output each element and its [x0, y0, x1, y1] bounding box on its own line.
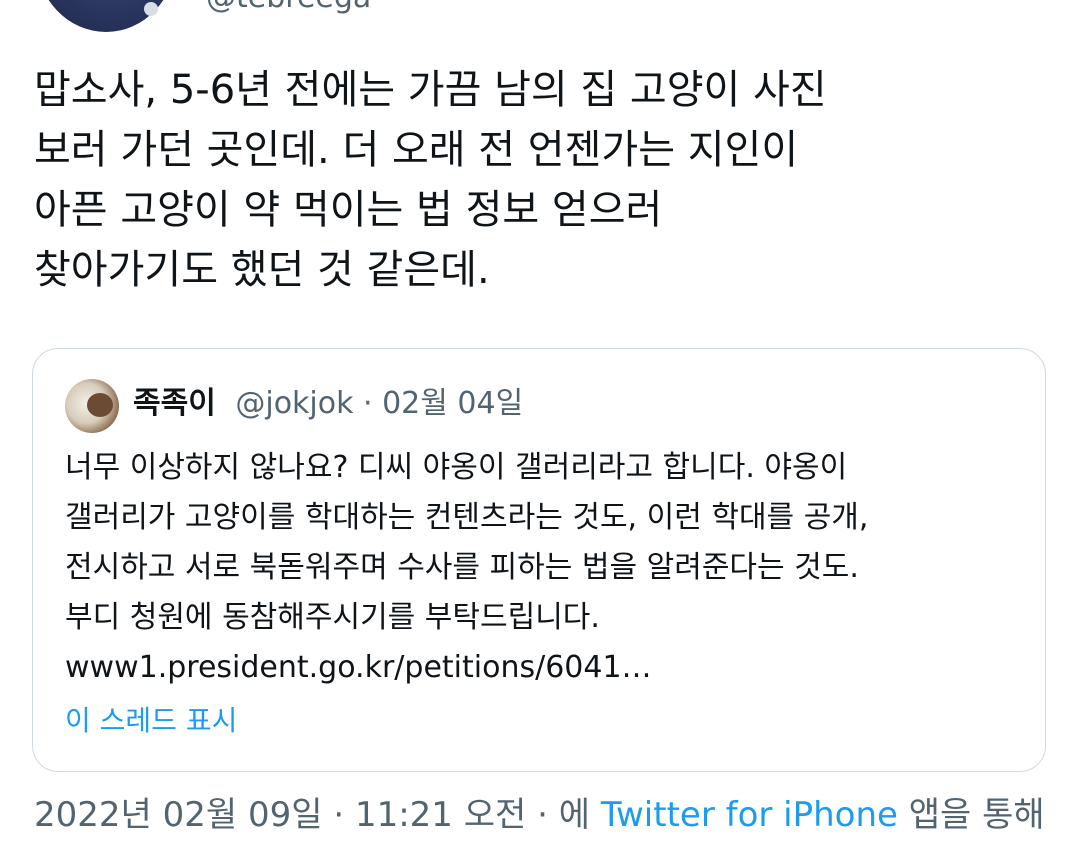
quoted-tweet-date: 02월 04일: [382, 386, 524, 421]
avatar-detail: [144, 2, 158, 16]
quoted-author-avatar: [65, 379, 119, 433]
author-avatar[interactable]: [36, 0, 176, 32]
show-thread-link[interactable]: 이 스레드 표시: [65, 699, 237, 743]
avatar-detail: [87, 393, 113, 417]
tweet-line: 보러 가던 곳인데. 더 오래 전 언젠가는 지인이: [34, 127, 799, 173]
tweet-line: 찾아가기도 했던 것 같은데.: [34, 247, 490, 293]
via-prefix: 에: [558, 795, 601, 835]
quoted-line: 갤러리가 고양이를 학대하는 컨텐츠라는 것도, 이런 학대를 공개,: [65, 500, 869, 535]
tweet-date[interactable]: 2022년 02월 09일: [34, 795, 323, 835]
quoted-line: 너무 이상하지 않나요? 디씨 야옹이 갤러리라고 합니다. 야옹이: [65, 450, 848, 485]
header-separator: ·: [353, 386, 383, 421]
meta-separator: ·: [322, 795, 355, 835]
quoted-author-name: 족족이: [133, 386, 216, 421]
via-suffix: 앱을 통해: [897, 795, 1045, 835]
tweet-line: 아픈 고양이 약 먹이는 법 정보 얻으러: [34, 187, 663, 233]
tweet-time[interactable]: 11:21 오전: [355, 795, 526, 835]
quoted-tweet-header: 족족이 @jokjok · 02월 04일: [133, 379, 523, 429]
meta-separator: ·: [526, 795, 559, 835]
quoted-tweet-text: 너무 이상하지 않나요? 디씨 야옹이 갤러리라고 합니다. 야옹이 갤러리가 …: [65, 443, 1025, 693]
tweet-line: 맙소사, 5-6년 전에는 가끔 남의 집 고양이 사진: [34, 67, 827, 113]
quoted-line: 부디 청원에 동참해주시기를 부탁드립니다.: [65, 600, 600, 635]
quoted-line: 전시하고 서로 북돋워주며 수사를 피하는 법을 알려준다는 것도.: [65, 550, 859, 585]
tweet-meta: 2022년 02월 09일 · 11:21 오전 · 에 Twitter for…: [34, 790, 1045, 840]
client-link[interactable]: Twitter for iPhone: [601, 795, 898, 835]
author-handle[interactable]: @tebreega: [206, 0, 371, 18]
quoted-author-handle: @jokjok: [235, 386, 354, 421]
quoted-link: www1.president.go.kr/petitions/6041…: [65, 650, 652, 685]
quoted-tweet-card[interactable]: 족족이 @jokjok · 02월 04일 너무 이상하지 않나요? 디씨 야옹…: [32, 348, 1046, 772]
tweet-text: 맙소사, 5-6년 전에는 가끔 남의 집 고양이 사진 보러 가던 곳인데. …: [34, 60, 1044, 300]
